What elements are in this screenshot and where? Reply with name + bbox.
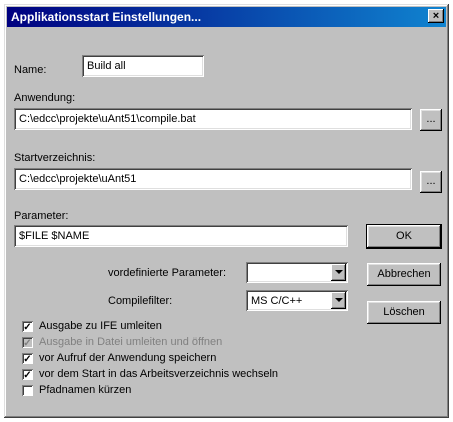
checkbox[interactable]: ✓	[22, 353, 33, 365]
anwendung-browse-button[interactable]: ...	[420, 109, 442, 131]
checkbox[interactable]	[22, 385, 33, 396]
parameter-label: Parameter:	[14, 210, 69, 222]
name-input[interactable]: Build all	[82, 55, 204, 77]
parameter-input[interactable]: $FILE $NAME	[14, 225, 348, 247]
anwendung-label: Anwendung:	[14, 92, 76, 104]
startverzeichnis-label: Startverzeichnis:	[14, 152, 96, 164]
name-value: Build all	[87, 60, 126, 72]
parameter-value: $FILE $NAME	[19, 230, 90, 242]
check-icon: ✓	[23, 338, 32, 349]
ok-button[interactable]: OK	[366, 224, 442, 249]
loeschen-button[interactable]: Löschen	[367, 301, 441, 324]
checkbox[interactable]: ✓	[22, 321, 33, 333]
startverzeichnis-browse-button[interactable]: ...	[420, 171, 442, 193]
checkbox-label: vor dem Start in das Arbeitsverzeichnis …	[39, 368, 279, 380]
title-bar[interactable]: Applikationsstart Einstellungen... ×	[7, 7, 446, 27]
vordefinierte-parameter-label: vordefinierte Parameter:	[108, 267, 226, 279]
close-button[interactable]: ×	[428, 9, 444, 23]
checkbox-label: Ausgabe in Datei umleiten und öffnen	[39, 336, 223, 348]
anwendung-input[interactable]: C:\edcc\projekte\uAnt51\compile.bat	[14, 108, 412, 130]
dialog-window: Applikationsstart Einstellungen... × Nam…	[4, 4, 449, 418]
chevron-down-icon[interactable]	[331, 292, 346, 309]
check-icon: ✓	[23, 370, 32, 381]
checkbox-label: Ausgabe zu IFE umleiten	[39, 320, 162, 332]
checkbox: ✓	[22, 337, 33, 349]
checkbox-label: vor Aufruf der Anwendung speichern	[39, 352, 217, 364]
startverzeichnis-input[interactable]: C:\edcc\projekte\uAnt51	[14, 168, 412, 190]
window-title: Applikationsstart Einstellungen...	[11, 10, 202, 24]
vordefinierte-parameter-select[interactable]	[246, 262, 348, 283]
compilefilter-label: Compilefilter:	[108, 295, 173, 307]
checkbox[interactable]: ✓	[22, 369, 33, 381]
anwendung-value: C:\edcc\projekte\uAnt51\compile.bat	[19, 113, 196, 125]
checkbox-label: Pfadnamen kürzen	[39, 384, 132, 396]
check-icon: ✓	[23, 354, 32, 365]
close-icon: ×	[432, 10, 440, 22]
check-icon: ✓	[23, 322, 32, 333]
startverzeichnis-value: C:\edcc\projekte\uAnt51	[19, 173, 137, 185]
chevron-down-icon[interactable]	[331, 264, 346, 281]
abbrechen-button[interactable]: Abbrechen	[367, 263, 441, 286]
name-label: Name:	[14, 64, 47, 76]
compilefilter-value: MS C/C++	[251, 294, 303, 307]
compilefilter-select[interactable]: MS C/C++	[246, 290, 348, 311]
